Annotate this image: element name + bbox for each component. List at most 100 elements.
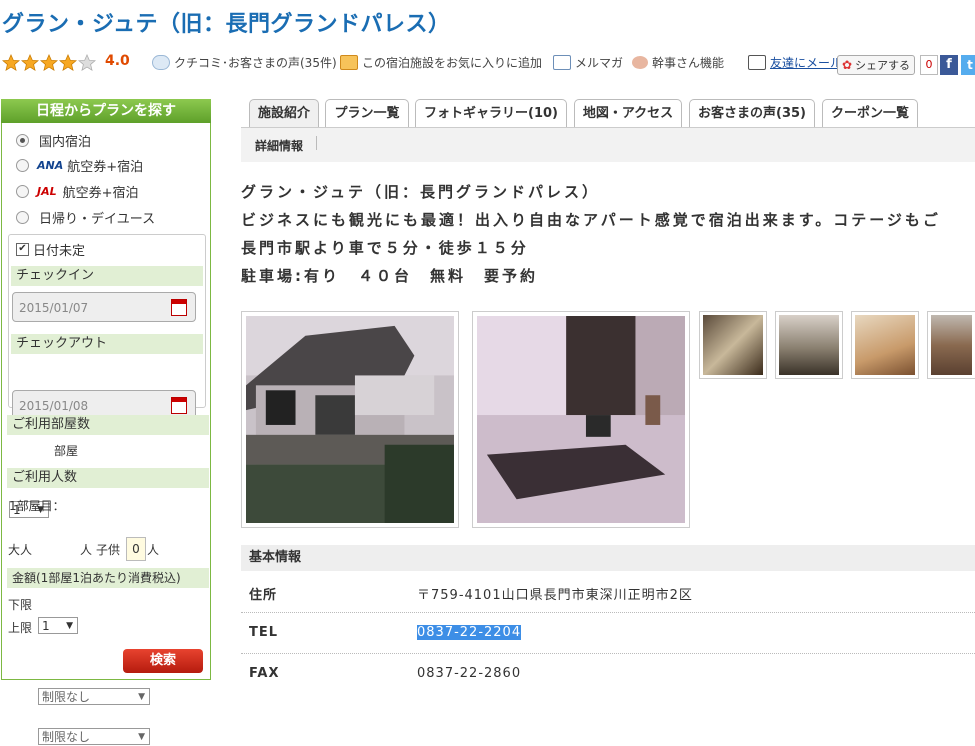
speech-bubble-icon bbox=[152, 55, 170, 70]
address-value: 〒759-4101山口県長門市東深川正明市2区 bbox=[417, 588, 693, 603]
star-filled-icon bbox=[21, 54, 39, 71]
plan-type-domestic[interactable]: 国内宿泊 bbox=[16, 131, 91, 150]
plan-type-jal[interactable]: JAL 航空券+宿泊 bbox=[16, 182, 139, 201]
checkin-date-input[interactable]: 2015/01/07 bbox=[12, 292, 196, 322]
fax-label: FAX bbox=[249, 666, 280, 681]
jal-logo-icon: JAL bbox=[37, 185, 57, 198]
fax-value: 0837-22-2860 bbox=[417, 666, 522, 681]
subtab-details[interactable]: 詳細情報 bbox=[255, 137, 303, 154]
reviews-link[interactable]: クチコミ･お客さまの声(35件) bbox=[152, 54, 337, 71]
address-label: 住所 bbox=[249, 588, 278, 603]
basic-info-heading: 基本情報 bbox=[241, 545, 975, 571]
thumbnail-photo[interactable] bbox=[699, 311, 767, 379]
adults-select[interactable]: 1 ▼ bbox=[38, 617, 78, 634]
bookmark-icon bbox=[340, 55, 358, 70]
search-button[interactable]: 検索 bbox=[123, 649, 203, 673]
date-undecided-label: 日付未定 bbox=[33, 244, 86, 259]
intro-line: ビジネスにも観光にも最適！出入り自由なアパート感覚で宿泊出来ます。コテージもご bbox=[241, 211, 941, 229]
plan-type-ana[interactable]: ANA 航空券+宿泊 bbox=[16, 156, 143, 175]
plan-type-label: 航空券+宿泊 bbox=[67, 160, 144, 175]
thumbnail-image bbox=[855, 315, 915, 375]
checkin-label: チェックイン bbox=[11, 266, 203, 286]
hotel-room-photo[interactable] bbox=[472, 311, 690, 528]
children-input[interactable]: 0 bbox=[126, 537, 146, 561]
organizer-link[interactable]: 幹事さん機能 bbox=[632, 54, 724, 71]
favorite-link[interactable]: この宿泊施設をお気に入りに追加 bbox=[340, 54, 542, 71]
dropdown-arrow-icon: ▼ bbox=[138, 732, 145, 742]
star-filled-icon bbox=[40, 54, 58, 71]
plan-type-label: 国内宿泊 bbox=[39, 135, 92, 150]
price-label: 金額(1部屋1泊あたり消費税込) bbox=[7, 568, 209, 588]
radio-button[interactable] bbox=[16, 185, 29, 198]
rating-stars bbox=[2, 54, 96, 72]
fax-row: FAX 0837-22-2860 bbox=[241, 654, 975, 694]
plan-type-label: 日帰り・デイユース bbox=[39, 212, 156, 227]
tel-value: 0837-22-2204 bbox=[417, 625, 522, 640]
adults-unit: 人 bbox=[80, 543, 93, 557]
children-unit: 人 bbox=[147, 543, 160, 557]
tel-label: TEL bbox=[249, 625, 279, 640]
calendar-icon[interactable] bbox=[171, 299, 187, 316]
date-undecided-checkbox[interactable]: ✔ 日付未定 bbox=[16, 240, 85, 259]
max-price-value: 制限なし bbox=[42, 730, 91, 744]
mailmag-link-label: メルマガ bbox=[575, 56, 624, 70]
star-empty-icon bbox=[78, 54, 96, 71]
adults-select-value: 1 bbox=[42, 619, 50, 633]
checkout-date-value: 2015/01/08 bbox=[19, 399, 89, 413]
star-filled-icon bbox=[59, 54, 77, 71]
building-image bbox=[246, 316, 454, 523]
min-price-label: 下限 bbox=[8, 598, 33, 612]
share-button[interactable]: ✿ シェアする bbox=[837, 55, 915, 75]
share-icon: ✿ bbox=[841, 58, 853, 72]
adults-label: 大人 bbox=[8, 543, 33, 557]
thumbnail-image bbox=[779, 315, 839, 375]
sidebar-heading: 日程からプランを探す bbox=[1, 99, 211, 123]
thumbnail-photo[interactable] bbox=[851, 311, 919, 379]
thumbnail-photo[interactable] bbox=[927, 311, 975, 379]
radio-button[interactable] bbox=[16, 159, 29, 172]
checkout-label: チェックアウト bbox=[11, 334, 203, 354]
twitter-icon[interactable]: t bbox=[961, 55, 975, 75]
radio-button[interactable] bbox=[16, 134, 29, 147]
tab-customer-reviews[interactable]: お客さまの声(35) bbox=[689, 99, 815, 127]
dropdown-arrow-icon: ▼ bbox=[66, 621, 73, 631]
intro-line: グラン・ジュテ（旧：長門グランドパレス） bbox=[241, 183, 600, 201]
tel-row: TEL 0837-22-2204 bbox=[241, 613, 975, 654]
reviews-link-label: クチコミ･お客さまの声(35件) bbox=[174, 56, 337, 70]
thumbnail-photo[interactable] bbox=[775, 311, 843, 379]
intro-line: 駐車場:有り ４０台 無料 要予約 bbox=[241, 267, 539, 285]
plan-type-label: 航空券+宿泊 bbox=[62, 186, 139, 201]
room-image bbox=[477, 316, 685, 523]
dropdown-arrow-icon: ▼ bbox=[138, 692, 145, 702]
star-filled-icon bbox=[2, 54, 20, 71]
radio-button[interactable] bbox=[16, 211, 29, 224]
rating-score: 4.0 bbox=[105, 53, 130, 69]
tab-map-access[interactable]: 地図・アクセス bbox=[574, 99, 682, 127]
favorite-link-label: この宿泊施設をお気に入りに追加 bbox=[362, 56, 543, 70]
rooms-unit: 部屋 bbox=[54, 444, 79, 458]
room1-label: 1部屋目： bbox=[9, 499, 65, 513]
people-label: ご利用人数 bbox=[7, 468, 209, 488]
max-price-label: 上限 bbox=[8, 621, 33, 635]
share-button-label: シェアする bbox=[855, 59, 911, 72]
mail-friend-link[interactable]: 友達にメール bbox=[748, 54, 842, 71]
mailmag-link[interactable]: メルマガ bbox=[553, 54, 623, 71]
calendar-icon[interactable] bbox=[171, 397, 187, 414]
min-price-select[interactable]: 制限なし ▼ bbox=[38, 688, 150, 705]
subtab-divider bbox=[316, 136, 317, 150]
tab-photo-gallery[interactable]: フォトギャラリー(10) bbox=[415, 99, 567, 127]
tab-plan-list[interactable]: プラン一覧 bbox=[325, 99, 409, 127]
hotel-exterior-photo[interactable] bbox=[241, 311, 459, 528]
envelope-icon bbox=[553, 55, 571, 70]
tab-coupons[interactable]: クーポン一覧 bbox=[822, 99, 918, 127]
checkbox-checked-icon[interactable]: ✔ bbox=[16, 243, 29, 256]
organizer-link-label: 幹事さん機能 bbox=[652, 56, 725, 70]
tab-facility-intro[interactable]: 施設紹介 bbox=[249, 99, 319, 127]
max-price-select[interactable]: 制限なし ▼ bbox=[38, 728, 150, 745]
mail-friend-link-label: 友達にメール bbox=[770, 56, 843, 70]
min-price-value: 制限なし bbox=[42, 690, 91, 704]
subtab-bar bbox=[241, 127, 975, 162]
page-title: グラン・ジュテ（旧：長門グランドパレス） bbox=[2, 12, 451, 37]
plan-type-dayuse[interactable]: 日帰り・デイユース bbox=[16, 208, 155, 227]
facebook-icon[interactable]: f bbox=[940, 55, 958, 75]
